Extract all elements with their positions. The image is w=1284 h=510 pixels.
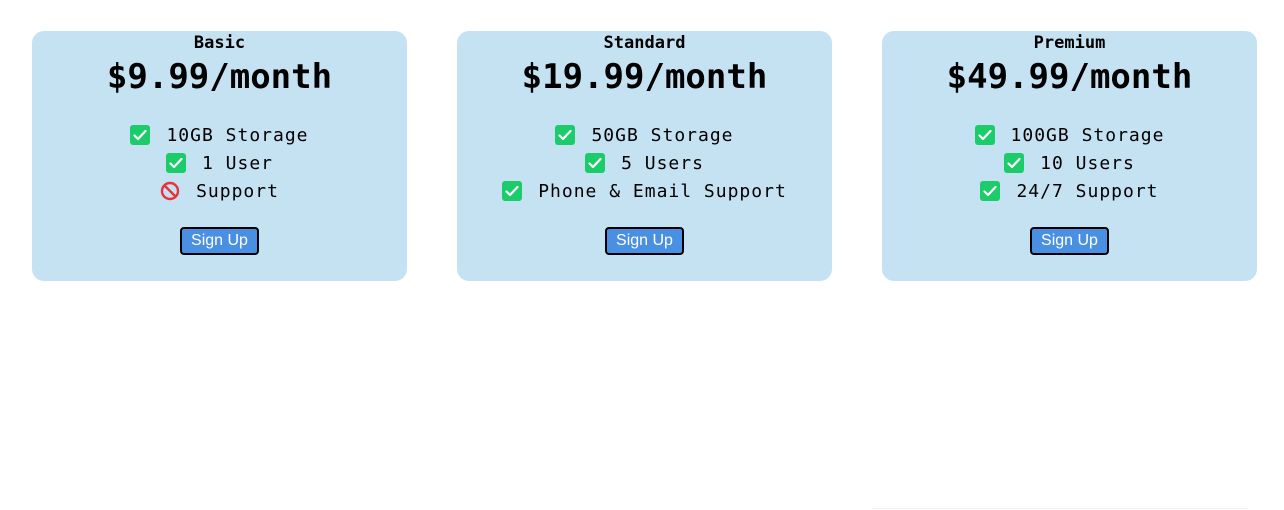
feature-list: 10GB Storage 1 User Support bbox=[32, 121, 407, 205]
plan-card-premium: Premium $49.99/month 100GB Storage 10 Us… bbox=[882, 31, 1257, 281]
plan-price: $19.99/month bbox=[521, 57, 768, 97]
plan-card-basic: Basic $9.99/month 10GB Storage 1 User Su… bbox=[32, 31, 407, 281]
check-icon bbox=[585, 153, 606, 173]
feature-label: 24/7 Support bbox=[1016, 180, 1159, 202]
check-icon bbox=[555, 125, 576, 145]
check-icon bbox=[1004, 153, 1025, 173]
check-icon bbox=[502, 181, 523, 201]
feature-label: 10GB Storage bbox=[166, 124, 309, 146]
feature-label: 1 User bbox=[201, 152, 274, 174]
plan-name: Basic bbox=[193, 33, 246, 53]
plan-price: $49.99/month bbox=[946, 57, 1193, 97]
feature-list: 100GB Storage 10 Users 24/7 Support bbox=[882, 121, 1257, 205]
divider bbox=[872, 508, 1248, 509]
feature-list: 50GB Storage 5 Users Phone & Email Suppo… bbox=[457, 121, 832, 205]
sign-up-button[interactable]: Sign Up bbox=[1030, 227, 1109, 255]
plan-name: Standard bbox=[603, 33, 686, 53]
feature-item: Support bbox=[32, 177, 407, 205]
feature-item: 10GB Storage bbox=[32, 121, 407, 149]
feature-item: Phone & Email Support bbox=[457, 177, 832, 205]
feature-item: 50GB Storage bbox=[457, 121, 832, 149]
check-icon bbox=[974, 125, 995, 145]
feature-label: Support bbox=[196, 180, 279, 202]
plan-name: Premium bbox=[1033, 33, 1106, 53]
feature-label: 100GB Storage bbox=[1010, 124, 1165, 146]
feature-item: 10 Users bbox=[882, 149, 1257, 177]
feature-label: 5 Users bbox=[621, 152, 704, 174]
sign-up-button[interactable]: Sign Up bbox=[605, 227, 684, 255]
feature-item: 1 User bbox=[32, 149, 407, 177]
feature-label: 50GB Storage bbox=[591, 124, 734, 146]
feature-item: 5 Users bbox=[457, 149, 832, 177]
feature-label: 10 Users bbox=[1040, 152, 1135, 174]
pricing-plans: Basic $9.99/month 10GB Storage 1 User Su… bbox=[32, 31, 1257, 281]
check-icon bbox=[165, 153, 186, 173]
check-icon bbox=[980, 181, 1001, 201]
sign-up-button[interactable]: Sign Up bbox=[180, 227, 259, 255]
feature-label: Phone & Email Support bbox=[538, 180, 787, 202]
plan-price: $9.99/month bbox=[106, 57, 333, 97]
check-icon bbox=[130, 125, 151, 145]
no-entry-icon bbox=[160, 181, 180, 201]
plan-card-standard: Standard $19.99/month 50GB Storage 5 Use… bbox=[457, 31, 832, 281]
feature-item: 24/7 Support bbox=[882, 177, 1257, 205]
feature-item: 100GB Storage bbox=[882, 121, 1257, 149]
